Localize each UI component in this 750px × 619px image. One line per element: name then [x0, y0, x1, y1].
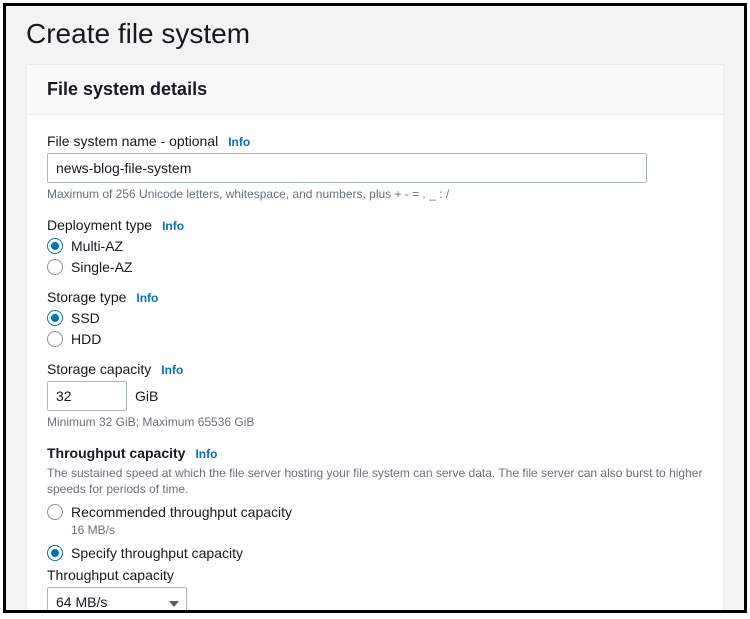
- radio-recommended-throughput[interactable]: Recommended throughput capacity: [47, 504, 703, 520]
- radio-label: HDD: [71, 331, 101, 347]
- radio-multi-az[interactable]: Multi-AZ: [47, 238, 703, 254]
- info-link[interactable]: Info: [195, 447, 217, 461]
- panel-body: File system name - optional Info Maximum…: [27, 115, 723, 613]
- field-label-row: Storage capacity Info: [47, 361, 703, 377]
- radio-hdd[interactable]: HDD: [47, 331, 703, 347]
- field-label-row: Storage type Info: [47, 289, 703, 305]
- radio-label: Single-AZ: [71, 259, 132, 275]
- radio-label: Specify throughput capacity: [71, 545, 243, 561]
- field-label-row: File system name - optional Info: [47, 133, 703, 149]
- radio-icon: [47, 259, 63, 275]
- info-link[interactable]: Info: [161, 363, 183, 377]
- storage-type-field: Storage type Info SSD HDD: [47, 289, 703, 347]
- file-system-name-input[interactable]: [47, 153, 647, 183]
- radio-icon: [47, 310, 63, 326]
- page-container: Create file system File system details F…: [3, 3, 747, 613]
- storage-capacity-input[interactable]: [47, 381, 127, 411]
- panel-title: File system details: [47, 79, 703, 100]
- storage-capacity-input-group: GiB: [47, 381, 703, 411]
- radio-label: Recommended throughput capacity: [71, 504, 292, 520]
- info-link[interactable]: Info: [228, 135, 250, 149]
- radio-ssd[interactable]: SSD: [47, 310, 703, 326]
- storage-capacity-unit: GiB: [135, 388, 158, 404]
- radio-icon: [47, 331, 63, 347]
- throughput-select[interactable]: 64 MB/s: [47, 587, 187, 613]
- throughput-capacity-label: Throughput capacity: [47, 445, 185, 461]
- throughput-capacity-description: The sustained speed at which the file se…: [47, 465, 703, 499]
- info-link[interactable]: Info: [136, 291, 158, 305]
- field-label-row: Deployment type Info: [47, 217, 703, 233]
- file-system-name-field: File system name - optional Info Maximum…: [47, 133, 703, 203]
- recommended-throughput-value: 16 MB/s: [71, 523, 703, 537]
- info-link[interactable]: Info: [162, 219, 184, 233]
- storage-type-label: Storage type: [47, 289, 126, 305]
- panel-header: File system details: [27, 65, 723, 115]
- file-system-name-hint: Maximum of 256 Unicode letters, whitespa…: [47, 186, 703, 203]
- radio-label: SSD: [71, 310, 100, 326]
- radio-single-az[interactable]: Single-AZ: [47, 259, 703, 275]
- radio-icon: [47, 504, 63, 520]
- storage-capacity-field: Storage capacity Info GiB Minimum 32 GiB…: [47, 361, 703, 431]
- file-system-name-label: File system name - optional: [47, 133, 218, 149]
- throughput-select-label: Throughput capacity: [47, 567, 703, 583]
- throughput-select-value: 64 MB/s: [56, 594, 107, 610]
- radio-specify-throughput[interactable]: Specify throughput capacity: [47, 545, 703, 561]
- field-label-row: Throughput capacity Info: [47, 445, 703, 461]
- throughput-select-box: 64 MB/s: [47, 587, 187, 613]
- file-system-details-panel: File system details File system name - o…: [26, 64, 724, 613]
- deployment-type-label: Deployment type: [47, 217, 152, 233]
- radio-icon: [47, 545, 63, 561]
- radio-icon: [47, 238, 63, 254]
- deployment-type-field: Deployment type Info Multi-AZ Single-AZ: [47, 217, 703, 275]
- storage-capacity-label: Storage capacity: [47, 361, 151, 377]
- page-title: Create file system: [6, 6, 744, 64]
- storage-capacity-hint: Minimum 32 GiB; Maximum 65536 GiB: [47, 414, 703, 431]
- radio-label: Multi-AZ: [71, 238, 123, 254]
- throughput-capacity-field: Throughput capacity Info The sustained s…: [47, 445, 703, 613]
